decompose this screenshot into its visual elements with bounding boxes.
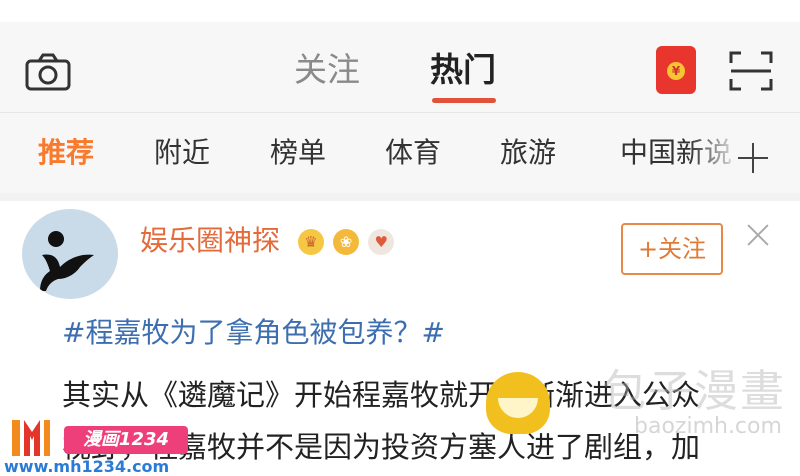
author-badges: ♛ ❀ ♥: [298, 229, 398, 257]
status-bar: [0, 0, 800, 22]
baozi-face: [498, 398, 538, 418]
avatar[interactable]: [22, 209, 118, 299]
tab-follow[interactable]: 关注: [294, 50, 360, 90]
add-channel-icon[interactable]: [738, 143, 768, 173]
watermark-left-url: www.mh1234.com: [4, 457, 170, 476]
channel-recommend[interactable]: 推荐: [38, 135, 94, 171]
channel-nearby[interactable]: 附近: [154, 135, 210, 171]
scan-icon[interactable]: [728, 50, 774, 92]
channel-bar: 推荐 附近 榜单 体育 旅游 中国新说: [0, 112, 800, 194]
watermark-left: 漫画1234 www.mh1234.com: [0, 414, 200, 476]
fans-badge-icon: ♥: [368, 229, 395, 255]
camera-icon[interactable]: [25, 52, 71, 92]
active-tab-indicator: [432, 98, 496, 103]
channel-rankings[interactable]: 榜单: [270, 135, 326, 171]
baozi-watermark-icon: [486, 372, 550, 434]
watermark-left-banner: 漫画1234: [64, 426, 188, 454]
crown-badge-icon: ♛: [298, 229, 324, 255]
channel-travel[interactable]: 旅游: [500, 135, 556, 171]
watermark-right-title: 包子漫畫: [602, 366, 786, 417]
top-navigation-bar: 关注 热门 ¥: [0, 22, 800, 112]
author-name[interactable]: 娱乐圈神探: [140, 221, 280, 261]
follow-button[interactable]: +关注: [621, 223, 723, 275]
red-packet-icon[interactable]: ¥: [656, 46, 696, 94]
section-divider: [0, 193, 800, 201]
coin-icon: ¥: [667, 62, 685, 80]
watermark-right-url: baozimh.com: [634, 414, 782, 439]
close-icon[interactable]: [746, 223, 770, 247]
channel-sports[interactable]: 体育: [385, 135, 441, 171]
tab-hot[interactable]: 热门: [430, 50, 496, 90]
watermark-right: 包子漫畫 baozimh.com: [588, 364, 800, 444]
topic-hashtag[interactable]: #程嘉牧为了拿角色被包养？#: [62, 313, 445, 353]
avatar-figure-icon: [40, 231, 94, 291]
mh-logo-icon: [12, 420, 50, 456]
vip-badge-icon: ❀: [333, 229, 360, 255]
